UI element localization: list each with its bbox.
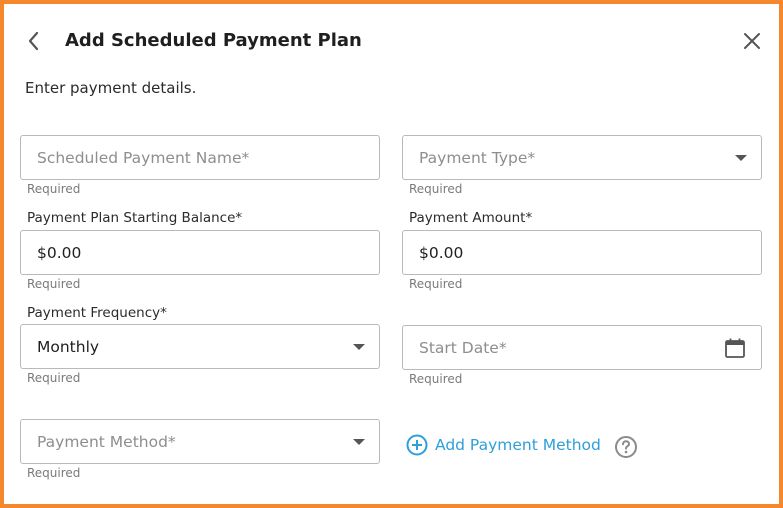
dialog-frame: Add Scheduled Payment Plan Enter payment…: [0, 0, 783, 508]
start-date-placeholder: Start Date*: [419, 338, 507, 357]
chevron-down-icon: [353, 344, 365, 350]
dialog-subtitle: Enter payment details.: [25, 79, 197, 97]
payment-type-select[interactable]: Payment Type*: [402, 135, 762, 180]
chevron-down-icon: [735, 155, 747, 161]
plus-circle-icon: [406, 434, 428, 456]
dialog-title: Add Scheduled Payment Plan: [65, 30, 362, 51]
starting-balance-input[interactable]: $0.00: [20, 230, 380, 275]
payment-frequency-select[interactable]: Monthly: [20, 324, 380, 369]
payment-method-select[interactable]: Payment Method*: [20, 419, 380, 464]
starting-balance-helper: Required: [27, 277, 81, 291]
add-payment-method-button[interactable]: Add Payment Method: [406, 433, 601, 457]
payment-frequency-helper: Required: [27, 371, 81, 385]
payment-frequency-value: Monthly: [37, 337, 100, 356]
close-icon: [744, 33, 760, 49]
start-date-helper: Required: [409, 372, 463, 386]
scheduled-payment-name-placeholder: Scheduled Payment Name*: [37, 148, 250, 167]
chevron-down-icon: [353, 439, 365, 445]
payment-amount-input[interactable]: $0.00: [402, 230, 762, 275]
starting-balance-value: $0.00: [37, 243, 82, 262]
start-date-input[interactable]: Start Date*: [402, 325, 762, 370]
payment-method-helper: Required: [27, 466, 81, 480]
help-circle-icon[interactable]: [614, 435, 638, 459]
scheduled-payment-name-helper: Required: [27, 182, 81, 196]
payment-type-placeholder: Payment Type*: [419, 148, 536, 167]
scheduled-payment-name-input[interactable]: Scheduled Payment Name*: [20, 135, 380, 180]
payment-method-placeholder: Payment Method*: [37, 432, 176, 451]
chevron-left-icon: [28, 31, 39, 51]
calendar-icon[interactable]: [724, 337, 746, 359]
payment-amount-value: $0.00: [419, 243, 464, 262]
payment-frequency-label: Payment Frequency*: [27, 305, 167, 321]
payment-type-helper: Required: [409, 182, 463, 196]
close-button[interactable]: [740, 29, 764, 53]
starting-balance-label: Payment Plan Starting Balance*: [27, 210, 243, 226]
payment-amount-label: Payment Amount*: [409, 210, 533, 226]
payment-amount-helper: Required: [409, 277, 463, 291]
back-button[interactable]: [22, 29, 46, 53]
add-payment-method-label: Add Payment Method: [435, 436, 601, 454]
